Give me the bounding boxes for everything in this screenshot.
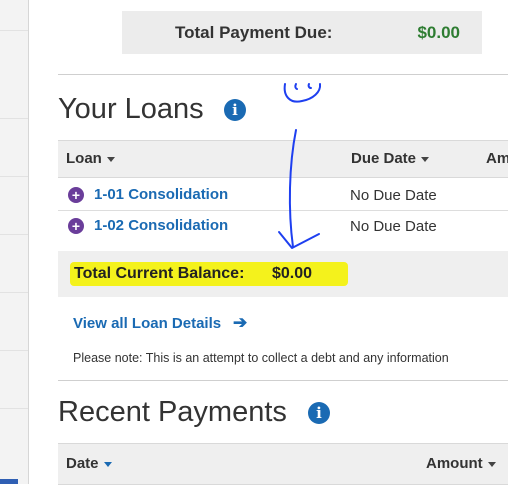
arrow-right-icon[interactable]: ➔ (233, 313, 247, 333)
caret-down-icon (106, 156, 115, 162)
column-date[interactable]: Date (66, 455, 112, 472)
pen-stroke (283, 83, 322, 103)
column-loan[interactable]: Loan (66, 150, 115, 167)
total-payment-due-panel: Total Payment Due: $0.00 (122, 11, 482, 54)
debt-collection-note: Please note: This is an attempt to colle… (73, 351, 449, 365)
side-accent (0, 479, 18, 484)
loan-row: + 1-01 Consolidation No Due Date (58, 180, 508, 211)
pen-stroke (307, 83, 312, 89)
total-current-balance-row: Total Current Balance: $0.00 (58, 251, 508, 297)
loans-table-header: Loan Due Date Am (58, 140, 508, 178)
caret-down-icon (421, 156, 430, 162)
caret-down-icon (487, 461, 496, 467)
recent-payments-title: Recent Payments (58, 396, 287, 428)
payments-table-header: Date Amount (58, 443, 508, 485)
section-divider (58, 74, 508, 75)
side-divider (0, 30, 28, 31)
plus-circle-icon[interactable]: + (68, 187, 84, 203)
your-loans-title: Your Loans (58, 93, 204, 125)
section-divider (58, 380, 508, 381)
side-divider (0, 118, 28, 119)
loan-link[interactable]: 1-01 Consolidation (94, 186, 228, 203)
loan-row: + 1-02 Consolidation No Due Date (58, 211, 508, 241)
total-current-balance-label: Total Current Balance: (74, 265, 245, 282)
side-divider (0, 234, 28, 235)
column-date-label: Date (66, 455, 99, 472)
total-payment-due-amount: $0.00 (417, 23, 460, 42)
pen-stroke (294, 83, 298, 90)
column-loan-label: Loan (66, 150, 102, 167)
side-divider (0, 408, 28, 409)
column-due-date-label: Due Date (351, 150, 417, 167)
column-due-date[interactable]: Due Date (351, 150, 430, 167)
plus-circle-icon[interactable]: + (68, 218, 84, 234)
side-divider (0, 176, 28, 177)
view-all-loan-details-link[interactable]: View all Loan Details (73, 315, 221, 332)
info-icon[interactable]: i (308, 402, 330, 424)
left-side-panel (0, 0, 29, 484)
side-divider (0, 292, 28, 293)
total-payment-due-label: Total Payment Due: (175, 23, 333, 42)
loan-due-date: No Due Date (350, 187, 437, 204)
total-current-balance-value: $0.00 (272, 265, 313, 282)
loan-due-date: No Due Date (350, 218, 437, 235)
caret-down-icon (103, 461, 112, 467)
side-divider (0, 350, 28, 351)
info-icon[interactable]: i (224, 99, 246, 121)
column-payment-amount-label: Amount (426, 455, 483, 472)
column-payment-amount[interactable]: Amount (426, 455, 496, 472)
loan-link[interactable]: 1-02 Consolidation (94, 217, 228, 234)
column-amount[interactable]: Am (486, 150, 508, 167)
